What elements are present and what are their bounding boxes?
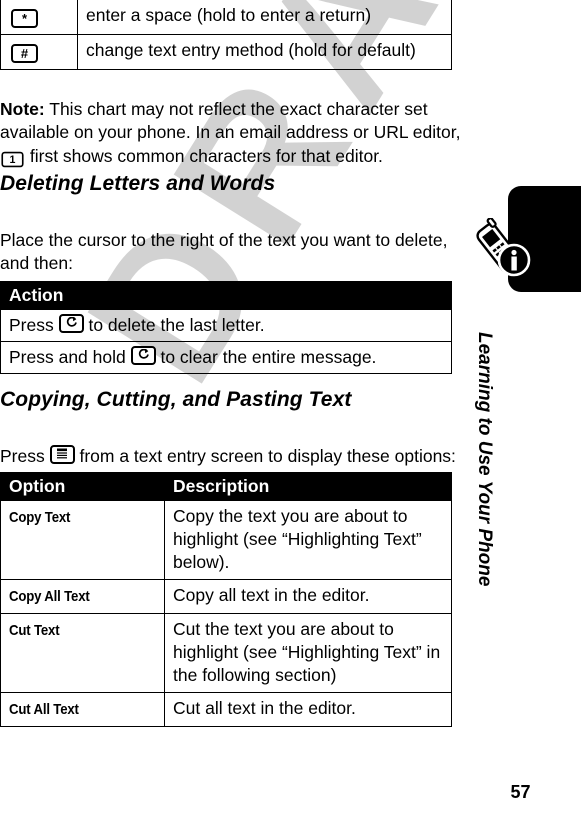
chapter-tab-icons xyxy=(472,217,534,280)
page-number: 57 xyxy=(510,782,531,802)
table-row: Press and hold to clear the entire messa… xyxy=(0,341,452,374)
table-row: * enter a space (hold to enter a return) xyxy=(0,0,452,35)
option-name: Copy All Text xyxy=(9,588,90,605)
option-name-cell: Copy Text xyxy=(0,500,165,580)
note-label: Note: xyxy=(0,98,45,119)
action-text-before: Press and hold xyxy=(9,347,131,367)
action-cell: Press and hold to clear the entire messa… xyxy=(0,341,452,374)
option-description-cell: Cut the text you are about to highlight … xyxy=(164,613,452,693)
key-cell: # xyxy=(0,34,78,70)
action-text-before: Press xyxy=(9,315,59,335)
intro-text-after: from a text entry screen to display thes… xyxy=(74,445,456,466)
table-row: # change text entry method (hold for def… xyxy=(0,34,452,70)
action-text-after: to clear the entire message. xyxy=(155,347,377,367)
running-head: Learning to Use Your Phone xyxy=(474,330,521,660)
table-row: Copy Text Copy the text you are about to… xyxy=(0,500,452,580)
option-name-cell: Copy All Text xyxy=(0,579,165,614)
option-name-cell: Cut Text xyxy=(0,613,165,693)
side-rail: Learning to Use Your Phone 57 xyxy=(460,0,581,816)
table-row: Cut Text Cut the text you are about to h… xyxy=(0,613,452,693)
option-name: Cut Text xyxy=(9,622,60,639)
table-header-row: Option Description xyxy=(0,472,452,501)
clear-key-icon xyxy=(58,314,84,333)
clear-key-icon xyxy=(130,346,156,365)
option-name: Copy Text xyxy=(9,509,71,526)
note-text-before: This chart may not reflect the exact cha… xyxy=(0,98,461,143)
note-paragraph: Note: This chart may not reflect the exa… xyxy=(0,98,470,169)
option-name: Cut All Text xyxy=(9,701,79,718)
star-key-icon: * xyxy=(11,9,38,28)
page-content: * enter a space (hold to enter a return)… xyxy=(0,0,460,816)
description-column-header: Description xyxy=(164,472,452,501)
option-name-cell: Cut All Text xyxy=(0,692,165,727)
section-intro-copying: Press from a text entry screen to displa… xyxy=(0,444,460,469)
option-description-cell: Copy the text you are about to highlight… xyxy=(164,500,452,580)
section-heading-copying: Copying, Cutting, and Pasting Text xyxy=(0,388,352,411)
option-column-header: Option xyxy=(0,472,165,501)
table-row: Cut All Text Cut all text in the editor. xyxy=(0,692,452,727)
option-description-cell: Cut all text in the editor. xyxy=(164,692,452,727)
key-description-cell: change text entry method (hold for defau… xyxy=(77,34,452,70)
options-table: Option Description Copy Text Copy the te… xyxy=(0,472,452,727)
action-cell: Press to delete the last letter. xyxy=(0,309,452,342)
menu-key-icon xyxy=(49,444,75,464)
section-intro-deleting: Place the cursor to the right of the tex… xyxy=(0,229,448,274)
running-head-text: Learning to Use Your Phone xyxy=(474,332,495,587)
section-heading-deleting: Deleting Letters and Words xyxy=(0,172,276,195)
action-column-header: Action xyxy=(0,281,452,310)
action-table: Action Press to delete the last letter. … xyxy=(0,281,452,374)
table-header-row: Action xyxy=(0,281,452,310)
table-row: Copy All Text Copy all text in the edito… xyxy=(0,579,452,614)
one-key-icon: 1 xyxy=(1,151,24,167)
option-description-cell: Copy all text in the editor. xyxy=(164,579,452,614)
pound-key-icon: # xyxy=(11,44,38,63)
key-cell: * xyxy=(0,0,78,35)
key-description-cell: enter a space (hold to enter a return) xyxy=(77,0,452,35)
table-row: Press to delete the last letter. xyxy=(0,309,452,342)
note-text-after: first shows common characters for that e… xyxy=(25,145,383,166)
key-chart-table: * enter a space (hold to enter a return)… xyxy=(0,0,452,70)
intro-text-before: Press xyxy=(0,445,50,466)
action-text-after: to delete the last letter. xyxy=(83,315,265,335)
